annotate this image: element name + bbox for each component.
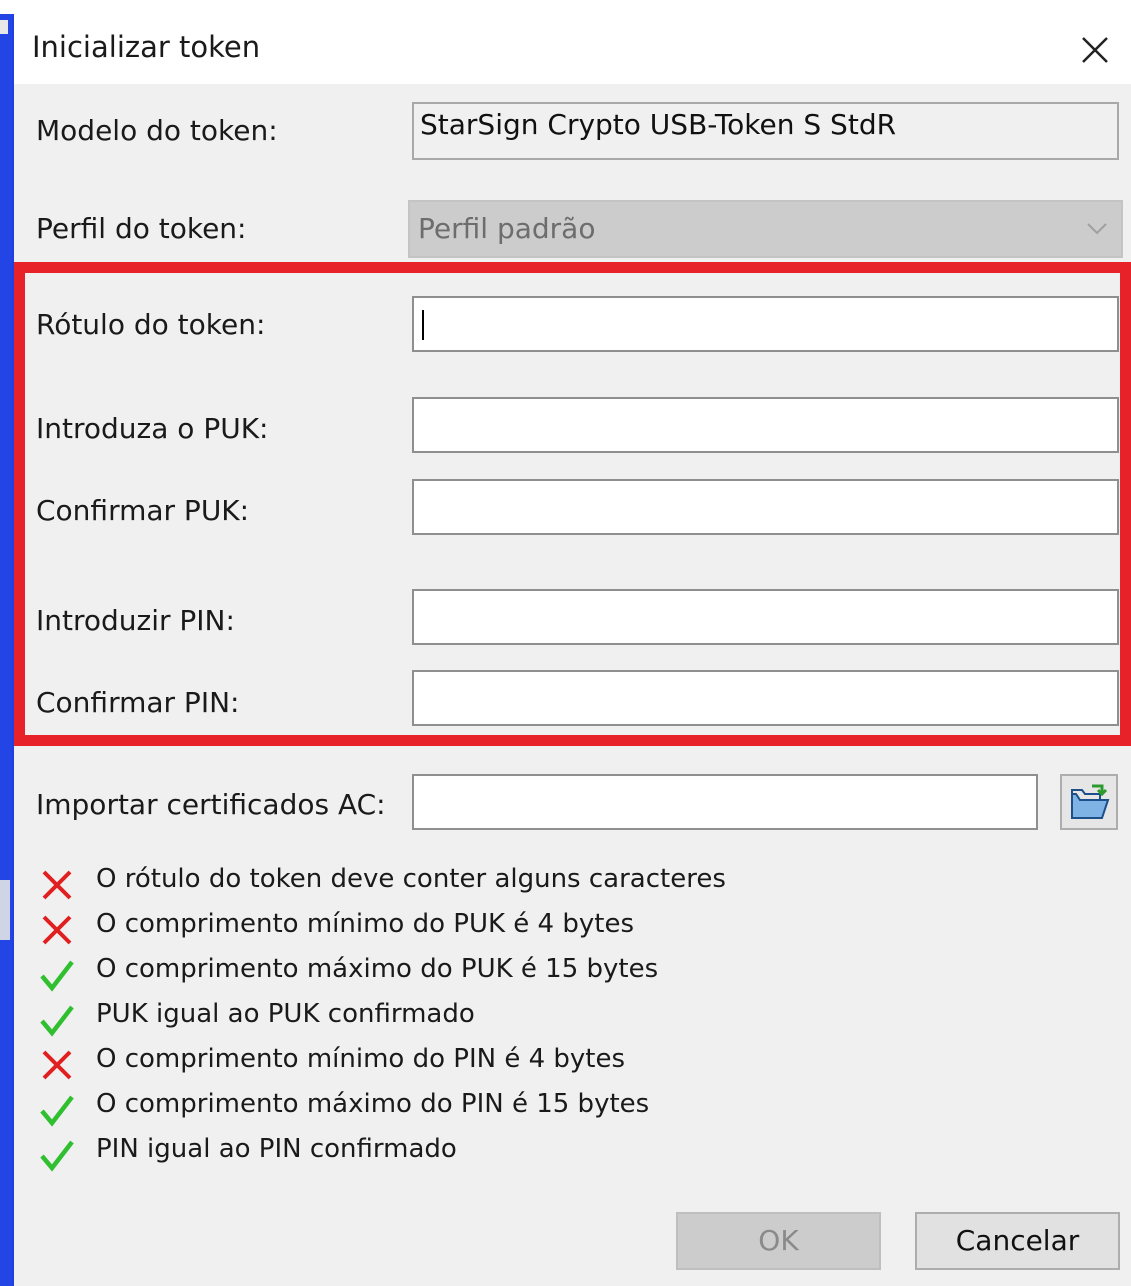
pin-label: Introduzir PIN: xyxy=(36,604,235,637)
token-label-label: Rótulo do token: xyxy=(36,308,266,341)
puk-confirm-label: Confirmar PUK: xyxy=(36,494,250,527)
token-model-value: StarSign Crypto USB-Token S StdR xyxy=(420,108,897,141)
background-window-edge xyxy=(0,14,12,1286)
token-profile-value: Perfil padrão xyxy=(418,212,596,245)
cancel-button[interactable]: Cancelar xyxy=(915,1212,1120,1270)
green-check-icon xyxy=(40,1140,74,1172)
puk-label: Introduza o PUK: xyxy=(36,412,269,445)
green-check-icon xyxy=(40,1095,74,1127)
green-check-icon xyxy=(40,960,74,992)
puk-confirm-input[interactable] xyxy=(412,479,1119,535)
import-ca-label: Importar certificados AC: xyxy=(36,788,386,821)
validation-text: O comprimento máximo do PIN é 15 bytes xyxy=(96,1089,650,1119)
import-ca-input[interactable] xyxy=(412,774,1038,830)
token-label-input[interactable] xyxy=(412,296,1119,352)
pin-input[interactable] xyxy=(412,589,1119,645)
validation-text: O comprimento mínimo do PIN é 4 bytes xyxy=(96,1044,626,1074)
token-profile-label: Perfil do token: xyxy=(36,212,247,245)
validation-text: O comprimento máximo do PUK é 15 bytes xyxy=(96,954,659,984)
red-x-icon xyxy=(42,915,72,945)
token-model-label: Modelo do token: xyxy=(36,114,278,147)
token-model-field: StarSign Crypto USB-Token S StdR xyxy=(412,102,1119,160)
background-window-mark xyxy=(0,20,8,34)
red-x-icon xyxy=(42,870,72,900)
validation-text: PUK igual ao PUK confirmado xyxy=(96,999,475,1029)
validation-text: O rótulo do token deve conter alguns car… xyxy=(96,864,726,894)
puk-input[interactable] xyxy=(412,397,1119,453)
dialog-title: Inicializar token xyxy=(32,30,261,64)
background-window-strip xyxy=(0,0,1131,14)
background-window-mark xyxy=(0,880,10,940)
pin-confirm-input[interactable] xyxy=(412,670,1119,726)
chevron-down-icon xyxy=(1087,223,1107,235)
text-caret xyxy=(422,310,424,340)
red-x-icon xyxy=(42,1050,72,1080)
validation-text: PIN igual ao PIN confirmado xyxy=(96,1134,457,1164)
close-icon[interactable] xyxy=(1069,24,1121,76)
title-bar: Inicializar token xyxy=(14,14,1131,84)
pin-confirm-label: Confirmar PIN: xyxy=(36,686,240,719)
initialize-token-dialog: Inicializar token Modelo do token: StarS… xyxy=(14,14,1131,1286)
token-profile-select[interactable]: Perfil padrão xyxy=(408,200,1123,258)
ok-button[interactable]: OK xyxy=(676,1212,881,1270)
validation-text: O comprimento mínimo do PUK é 4 bytes xyxy=(96,909,634,939)
green-check-icon xyxy=(40,1005,74,1037)
open-folder-icon xyxy=(1071,784,1110,819)
browse-button[interactable] xyxy=(1060,774,1118,830)
